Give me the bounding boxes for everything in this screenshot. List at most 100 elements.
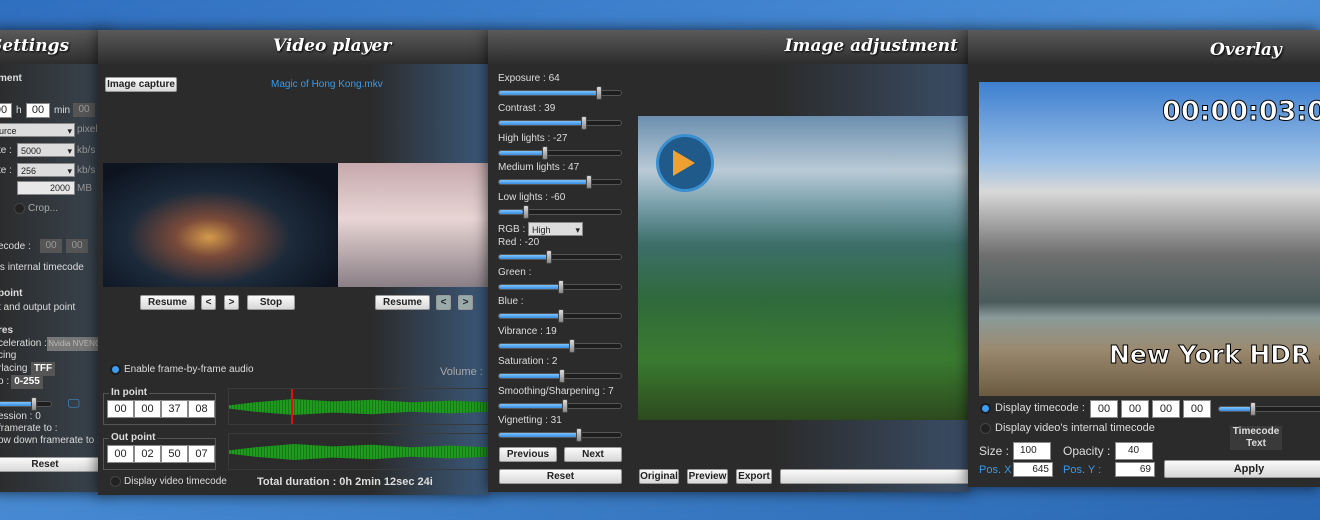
filename-label: Magic of Hong Kong.mkv	[271, 79, 383, 90]
section-label: ment	[0, 73, 22, 84]
adjustment-slider[interactable]	[498, 309, 622, 323]
max-size-field[interactable]: 2000	[17, 181, 75, 195]
hours-field[interactable]: 00	[0, 103, 12, 118]
range-label: o :	[0, 376, 10, 387]
out-hours[interactable]: 00	[107, 445, 134, 463]
previous-button[interactable]: Previous	[499, 447, 557, 462]
tc-frames[interactable]: 00	[1183, 400, 1211, 418]
quality-slider[interactable]	[0, 397, 52, 411]
slider-handle[interactable]	[576, 428, 583, 442]
tc-seconds[interactable]: 00	[1152, 400, 1180, 418]
adjustment-slider[interactable]	[498, 116, 622, 130]
preview-button[interactable]: Preview	[687, 469, 728, 484]
slider-label: High lights : -27	[498, 133, 568, 144]
stop-button[interactable]: Stop	[247, 295, 295, 310]
minutes-field[interactable]: 00	[26, 103, 50, 118]
slider-handle[interactable]	[581, 116, 587, 130]
next-frame-button[interactable]: >	[224, 295, 239, 310]
range-select[interactable]: 0-255	[11, 375, 43, 389]
adjustment-slider[interactable]	[498, 428, 622, 442]
total-duration: Total duration : 0h 2min 12sec 24i	[257, 476, 433, 488]
pos-y-field[interactable]: 69	[1115, 462, 1155, 477]
adjustment-slider[interactable]	[498, 280, 622, 294]
resolution-select[interactable]: ource	[0, 123, 75, 138]
slider-handle[interactable]	[562, 399, 569, 413]
adjustment-slider[interactable]	[498, 369, 622, 383]
display-timecode-radio[interactable]	[980, 403, 991, 414]
adjustment-slider[interactable]	[498, 86, 622, 100]
overlay-title: Overlay	[1210, 40, 1282, 60]
slider-label: Low lights : -60	[498, 192, 566, 203]
pos-x-field[interactable]: 645	[1013, 462, 1053, 477]
slider-handle[interactable]	[522, 205, 529, 219]
reset-button[interactable]: Reset	[499, 469, 622, 484]
text-overlay[interactable]: New York HDR 4	[1108, 340, 1320, 370]
adjustment-slider[interactable]	[498, 175, 622, 189]
timecode-field[interactable]: 00	[40, 239, 62, 253]
field-order-label: rlacing :	[0, 363, 34, 374]
playhead-marker[interactable]	[291, 389, 293, 424]
video-bitrate-select[interactable]: 5000	[17, 143, 75, 158]
acceleration-select[interactable]: Nvidia NVENC	[47, 337, 102, 351]
original-button[interactable]: Original	[639, 469, 679, 484]
slider-handle[interactable]	[542, 146, 549, 160]
in-seconds[interactable]: 37	[161, 400, 188, 418]
frame-audio-radio[interactable]	[110, 364, 121, 375]
size-spinner[interactable]: 100	[1013, 442, 1051, 460]
tc-minutes[interactable]: 00	[1121, 400, 1149, 418]
overlay-slider[interactable]	[1218, 402, 1320, 416]
slider-handle[interactable]	[559, 369, 566, 383]
reset-button[interactable]: Reset	[0, 457, 100, 472]
resume-button-2[interactable]: Resume	[375, 295, 430, 310]
adjustment-slider[interactable]	[498, 339, 622, 353]
image-adjustment-panel: Image adjustment Exposure : 64 Contrast :…	[488, 30, 970, 492]
resume-button[interactable]: Resume	[140, 295, 195, 310]
tc-hours[interactable]: 00	[1090, 400, 1118, 418]
out-minutes[interactable]: 02	[134, 445, 161, 463]
next-frame-button-2[interactable]: >	[458, 295, 473, 310]
out-seconds[interactable]: 50	[161, 445, 188, 463]
adjustment-slider[interactable]	[498, 250, 622, 264]
slider-handle[interactable]	[558, 309, 564, 323]
slider-handle[interactable]	[585, 175, 592, 189]
video-frame-right	[338, 163, 490, 287]
internal-timecode-radio[interactable]	[980, 423, 991, 434]
slider-fill	[499, 121, 584, 125]
in-frames[interactable]: 08	[188, 400, 215, 418]
display-timecode-label: Display timecode :	[995, 402, 1085, 414]
out-frames[interactable]: 07	[188, 445, 215, 463]
rgb-select[interactable]: High	[528, 222, 583, 237]
export-button[interactable]: Export	[736, 469, 772, 484]
video-bitrate-label: te :	[0, 145, 12, 156]
display-timecode-radio[interactable]	[110, 476, 121, 487]
timecode-overlay-text[interactable]: 00:00:03:0	[1162, 96, 1320, 128]
slider-handle[interactable]	[558, 280, 564, 294]
slider-fill	[499, 151, 544, 155]
previous-frame-button-2[interactable]: <	[436, 295, 451, 310]
audio-waveform-bottom[interactable]	[228, 433, 490, 470]
crop-label: Crop...	[28, 203, 59, 214]
in-minutes[interactable]: 00	[134, 400, 161, 418]
adjustment-slider[interactable]	[498, 146, 622, 160]
slider-label: Green :	[498, 267, 532, 278]
audio-bitrate-select[interactable]: 256	[17, 163, 75, 178]
adjustment-slider[interactable]	[498, 399, 622, 413]
seconds-field[interactable]: 00	[73, 103, 95, 117]
overlay-mode-toggle[interactable]: Timecode Text	[1230, 426, 1282, 450]
image-capture-button[interactable]: Image capture	[105, 77, 177, 92]
slider-handle[interactable]	[546, 250, 553, 264]
timecode-field[interactable]: 00	[66, 239, 88, 253]
opacity-spinner[interactable]: 40	[1115, 442, 1153, 460]
audio-waveform-top[interactable]	[228, 388, 490, 425]
field-order-select[interactable]: TFF	[31, 362, 55, 376]
slider-label: Saturation : 2	[498, 356, 558, 367]
section-label: res	[0, 325, 14, 336]
apply-button[interactable]: Apply	[1164, 460, 1320, 478]
crop-radio[interactable]	[14, 203, 25, 214]
next-button[interactable]: Next	[564, 447, 622, 462]
slider-handle[interactable]	[595, 86, 602, 100]
previous-frame-button[interactable]: <	[201, 295, 216, 310]
slider-handle[interactable]	[569, 339, 576, 353]
adjustment-slider[interactable]	[498, 205, 622, 219]
in-hours[interactable]: 00	[107, 400, 134, 418]
